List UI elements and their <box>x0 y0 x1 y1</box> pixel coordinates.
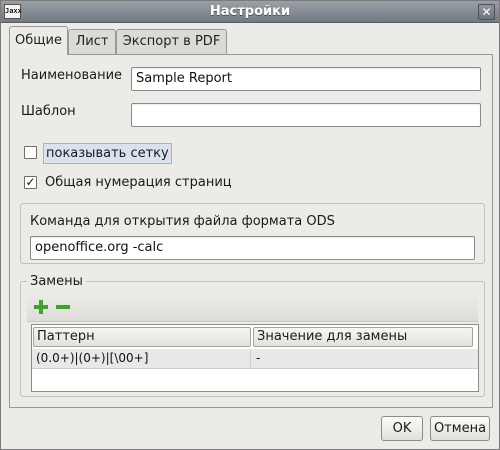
cancel-button[interactable]: Отмена <box>430 416 490 441</box>
show-grid-option[interactable]: показывать сетку <box>24 143 224 164</box>
page-numbering-option[interactable]: ✓ Общая нумерация страниц <box>24 173 284 193</box>
page-numbering-label[interactable]: Общая нумерация страниц <box>43 173 234 192</box>
ods-command-group: Команда для открытия файла формата ODS o… <box>20 203 485 264</box>
column-header-replacement[interactable]: Значение для замены <box>253 327 473 347</box>
page-numbering-checkbox[interactable]: ✓ <box>24 176 37 189</box>
replacements-table[interactable]: Паттерн Значение для замены (0.0+)|(0+)|… <box>31 324 479 392</box>
replacements-group: Замены Паттерн Значение для замены (0.0+… <box>20 274 485 397</box>
settings-dialog: Jaxx Настройки ✕ Общие Лист Экспорт в PD… <box>0 0 500 450</box>
plus-icon[interactable] <box>32 298 50 316</box>
name-field[interactable]: Sample Report <box>131 67 481 91</box>
title-bar[interactable]: Jaxx Настройки ✕ <box>1 1 499 23</box>
tab-bar: Общие Лист Экспорт в PDF <box>9 26 499 55</box>
replacements-toolbar <box>27 294 478 322</box>
minus-icon[interactable] <box>54 298 72 316</box>
tab-general[interactable]: Общие <box>9 26 68 55</box>
show-grid-checkbox[interactable] <box>24 146 37 159</box>
ok-button[interactable]: OK <box>381 416 423 441</box>
window-title: Настройки <box>209 4 291 19</box>
ods-command-field[interactable]: openoffice.org -calc <box>30 236 475 260</box>
general-tab-panel: Наименование Sample Report Шаблон показы… <box>9 54 493 408</box>
column-header-pattern[interactable]: Паттерн <box>33 327 251 347</box>
template-field[interactable] <box>131 103 481 127</box>
close-button[interactable]: ✕ <box>478 4 495 20</box>
name-label: Наименование <box>21 68 123 83</box>
table-cell-replacement[interactable]: - <box>253 350 473 368</box>
replacements-title: Замены <box>27 274 86 289</box>
table-cell-pattern[interactable]: (0.0+)|(0+)|[\00+] <box>33 350 251 368</box>
tab-export-pdf[interactable]: Экспорт в PDF <box>116 29 227 54</box>
show-grid-label[interactable]: показывать сетку <box>43 143 172 164</box>
template-label: Шаблон <box>21 104 76 119</box>
tab-sheet[interactable]: Лист <box>68 29 116 54</box>
ods-command-label: Команда для открытия файла формата ODS <box>30 214 335 229</box>
